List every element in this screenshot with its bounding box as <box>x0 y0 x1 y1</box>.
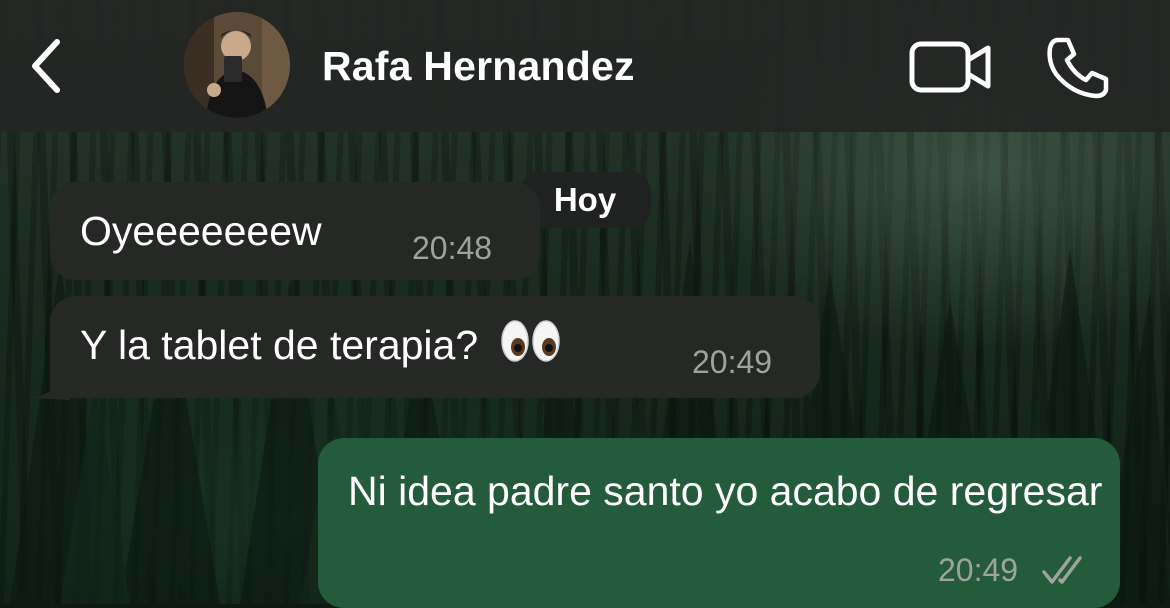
video-call-button[interactable] <box>906 36 994 98</box>
video-camera-icon <box>909 41 991 93</box>
message-text: Y la tablet de terapia? <box>80 322 479 368</box>
message-time: 20:49 <box>692 344 773 380</box>
back-button[interactable] <box>22 34 72 98</box>
message-time: 20:49 <box>938 552 1019 588</box>
contact-avatar[interactable] <box>184 12 290 118</box>
chat-header: Rafa Hernandez <box>0 0 1170 132</box>
chevron-left-icon <box>32 39 60 93</box>
message-text: Ni idea padre santo yo acabo de regresar <box>348 468 1103 514</box>
avatar-photo <box>184 12 290 118</box>
message-bubble-incoming[interactable]: Oyeeeeeeew 20:48 <box>50 182 540 280</box>
voice-call-button[interactable] <box>1044 34 1114 100</box>
message-text: Oyeeeeeeew <box>80 208 322 254</box>
message-text-wrap: Y la tablet de terapia? <box>80 316 562 380</box>
phone-icon <box>1047 37 1109 99</box>
message-time: 20:48 <box>412 230 493 266</box>
message-bubble-outgoing[interactable]: Ni idea padre santo yo acabo de regresar… <box>318 438 1120 608</box>
double-check-icon <box>1042 556 1082 584</box>
contact-name[interactable]: Rafa Hernandez <box>322 40 635 92</box>
eyes-emoji-icon <box>500 317 562 380</box>
message-bubble-incoming[interactable]: Y la tablet de terapia? 20:49 <box>50 296 820 398</box>
